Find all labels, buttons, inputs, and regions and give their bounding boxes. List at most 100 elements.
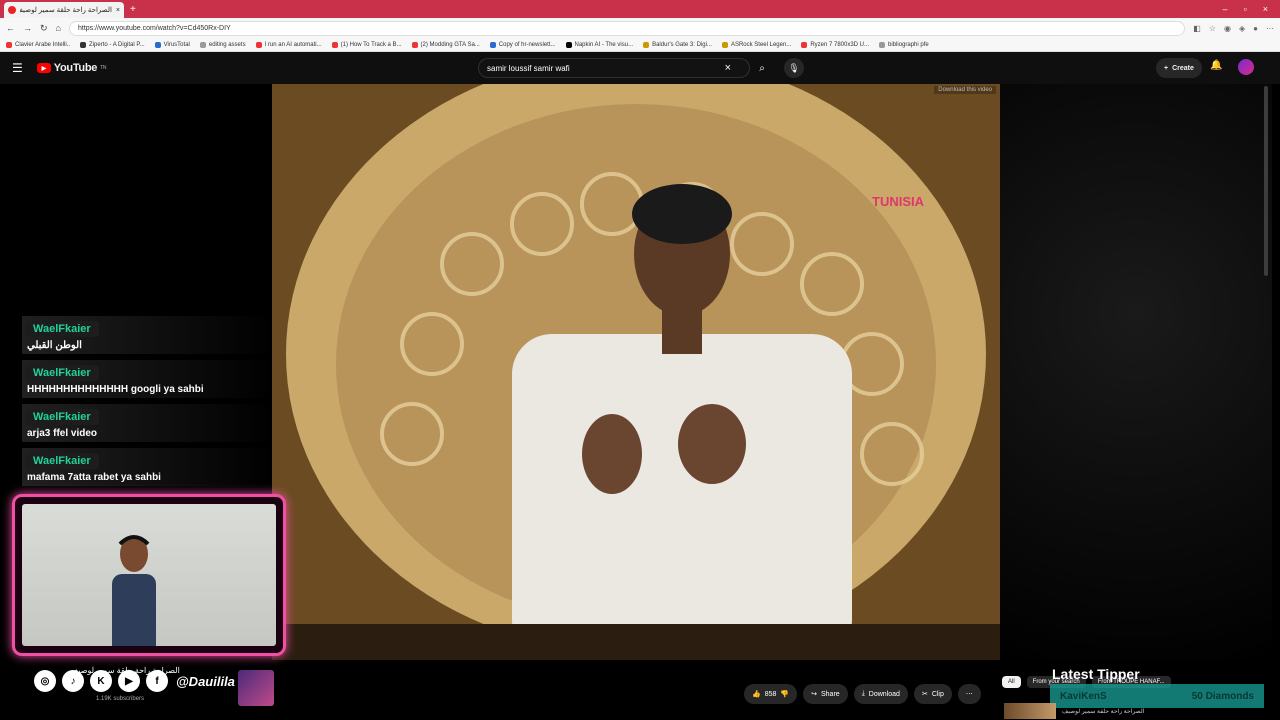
search-input[interactable]: samir loussif samir wafi ×	[478, 58, 750, 78]
tipper-amount: 50 Diamonds	[1191, 690, 1254, 702]
recommendation-title: الصراحة راحة حلقة سمير لوصيف	[1062, 708, 1145, 715]
extension-icon[interactable]: ◈	[1239, 24, 1245, 33]
more-actions-button[interactable]: ⋯	[957, 684, 981, 704]
bookmark-item[interactable]: I run an AI automati...	[255, 41, 322, 48]
filter-chip[interactable]: All	[1002, 676, 1021, 688]
more-icon: ⋯	[965, 691, 973, 698]
notifications-bell-icon[interactable]: 🔔	[1210, 60, 1222, 71]
chat-text: الوطن القبلي	[27, 340, 82, 351]
bookmark-item[interactable]: Ryzen 7 7800x3D U...	[801, 41, 870, 48]
bookmark-label: Ryzen 7 7800x3D U...	[810, 41, 870, 48]
plus-icon: +	[1164, 64, 1169, 72]
bookmark-item[interactable]: bibliographi pfe	[879, 41, 929, 48]
menu-icon[interactable]: ⋯	[1266, 24, 1274, 33]
chat-username: WaelFkaier	[25, 365, 99, 381]
youtube-logo[interactable]: ▶ YouTube TN	[36, 62, 106, 74]
bookmark-item[interactable]: Copy of hr-newslett...	[489, 41, 556, 48]
bookmark-favicon-icon	[879, 41, 886, 48]
webcam-frame	[12, 494, 286, 656]
youtube-favicon-icon	[8, 6, 16, 14]
latest-tipper-label: Latest Tipper	[1052, 666, 1140, 682]
bookmarks-bar: Clavier Arabe Intelli.. Ziperto - A Digit…	[0, 38, 1280, 52]
search-button[interactable]: ⌕	[752, 58, 772, 78]
video-player[interactable]: Download this video TUNISIA	[272, 84, 1000, 660]
bookmark-item[interactable]: Clavier Arabe Intelli..	[6, 41, 70, 48]
profile-icon[interactable]: ●	[1253, 24, 1258, 33]
facebook-icon: f	[146, 670, 168, 692]
kick-icon: K	[90, 670, 112, 692]
bookmark-star-icon[interactable]: ☆	[1209, 24, 1216, 33]
bookmark-label: bibliographi pfe	[888, 41, 929, 48]
webcam-feed	[22, 504, 276, 646]
download-button[interactable]: ⤓ Download	[853, 684, 908, 704]
chat-username: WaelFkaier	[25, 453, 99, 469]
download-video-ribbon[interactable]: Download this video	[934, 86, 996, 94]
bookmark-favicon-icon	[331, 41, 338, 48]
thumbs-up-icon: 👍	[752, 691, 761, 698]
browser-tab-active[interactable]: الصراحة راحة حلقة سمير لوصيف ×	[4, 2, 124, 18]
chat-username: WaelFkaier	[25, 409, 99, 425]
channel-thumbnail[interactable]	[238, 670, 274, 706]
minimize-button[interactable]: –	[1223, 4, 1228, 14]
close-window-button[interactable]: ×	[1263, 4, 1268, 14]
bookmark-favicon-icon	[721, 41, 728, 48]
chat-message: WaelFkaier arja3 ffel video	[22, 404, 274, 442]
share-icon: ↪	[811, 691, 817, 698]
youtube-icon: ▶	[118, 670, 140, 692]
subscriber-count: 1.19K subscribers	[96, 696, 145, 702]
instagram-icon: ◎	[34, 670, 56, 692]
bookmark-item[interactable]: Baldur's Gate 3: Digi...	[643, 41, 712, 48]
hamburger-menu-icon[interactable]: ☰	[12, 61, 23, 75]
search-icon: ⌕	[759, 62, 765, 74]
back-icon[interactable]: ←	[6, 23, 15, 33]
forward-icon[interactable]: →	[23, 23, 32, 33]
bookmark-item[interactable]: editing assets	[199, 41, 246, 48]
like-button[interactable]: 👍 858 👎	[744, 684, 798, 704]
window-controls: – ▫ ×	[1223, 4, 1280, 14]
chat-message: WaelFkaier mafama 7atta rabet ya sahbi	[22, 448, 274, 486]
bookmark-favicon-icon	[411, 41, 418, 48]
share-button[interactable]: ↪ Share	[803, 684, 848, 704]
create-button[interactable]: + Create	[1156, 58, 1202, 78]
bookmark-label: VirusTotal	[163, 41, 190, 48]
recommendation-item[interactable]: الصراحة راحة حلقة سمير لوصيف	[1004, 702, 1268, 720]
new-tab-button[interactable]: +	[130, 4, 136, 15]
bookmark-item[interactable]: Ziperto - A Digital P...	[80, 41, 145, 48]
search-query: samir loussif samir wafi	[487, 63, 570, 73]
tab-title: الصراحة راحة حلقة سمير لوصيف	[20, 7, 112, 14]
account-avatar[interactable]	[1238, 59, 1254, 75]
chat-text: arja3 ffel video	[27, 428, 98, 439]
extension-icon[interactable]: ◉	[1224, 24, 1231, 33]
bookmark-favicon-icon	[565, 41, 572, 48]
bookmark-item[interactable]: Napkin AI - The visu...	[565, 41, 633, 48]
home-icon[interactable]: ⌂	[56, 23, 61, 33]
bookmark-item[interactable]: (1) How To Track a B...	[331, 41, 402, 48]
reload-icon[interactable]: ↻	[40, 23, 48, 34]
bookmark-label: ASRock Steel Legen...	[730, 41, 792, 48]
url-field[interactable]: https://www.youtube.com/watch?v=Cd450Rx-…	[68, 20, 1186, 36]
scissors-icon: ✂	[921, 691, 928, 698]
streamer-figure	[112, 535, 156, 646]
tipper-name: KaviKenS	[1060, 690, 1107, 702]
maximize-button[interactable]: ▫	[1244, 4, 1247, 14]
extension-icon[interactable]: ◧	[1193, 24, 1201, 33]
address-bar-row: ← → ↻ ⌂ https://www.youtube.com/watch?v=…	[0, 18, 1280, 38]
bookmark-favicon-icon	[255, 41, 262, 48]
right-backdrop	[1000, 84, 1272, 660]
scrollbar[interactable]	[1264, 86, 1268, 276]
bookmark-favicon-icon	[6, 41, 12, 48]
clear-search-icon[interactable]: ×	[725, 62, 731, 74]
bookmark-item[interactable]: (2) Modding GTA Sa...	[411, 41, 480, 48]
voice-search-button[interactable]: 🎙	[784, 58, 804, 78]
recommendation-thumbnail	[1004, 703, 1056, 719]
bookmark-item[interactable]: VirusTotal	[154, 41, 190, 48]
thumbs-down-icon[interactable]: 👎	[780, 690, 789, 698]
bookmark-item[interactable]: ASRock Steel Legen...	[721, 41, 792, 48]
chat-message: WaelFkaier HHHHHHHHHHHHHH googli ya sahbi	[22, 360, 274, 398]
clip-button[interactable]: ✂ Clip	[913, 684, 952, 704]
bookmark-label: (2) Modding GTA Sa...	[420, 41, 480, 48]
bookmark-label: Baldur's Gate 3: Digi...	[652, 41, 712, 48]
bookmark-favicon-icon	[489, 41, 496, 48]
tab-close-icon[interactable]: ×	[116, 7, 120, 14]
chat-text: HHHHHHHHHHHHHH googli ya sahbi	[27, 384, 204, 395]
